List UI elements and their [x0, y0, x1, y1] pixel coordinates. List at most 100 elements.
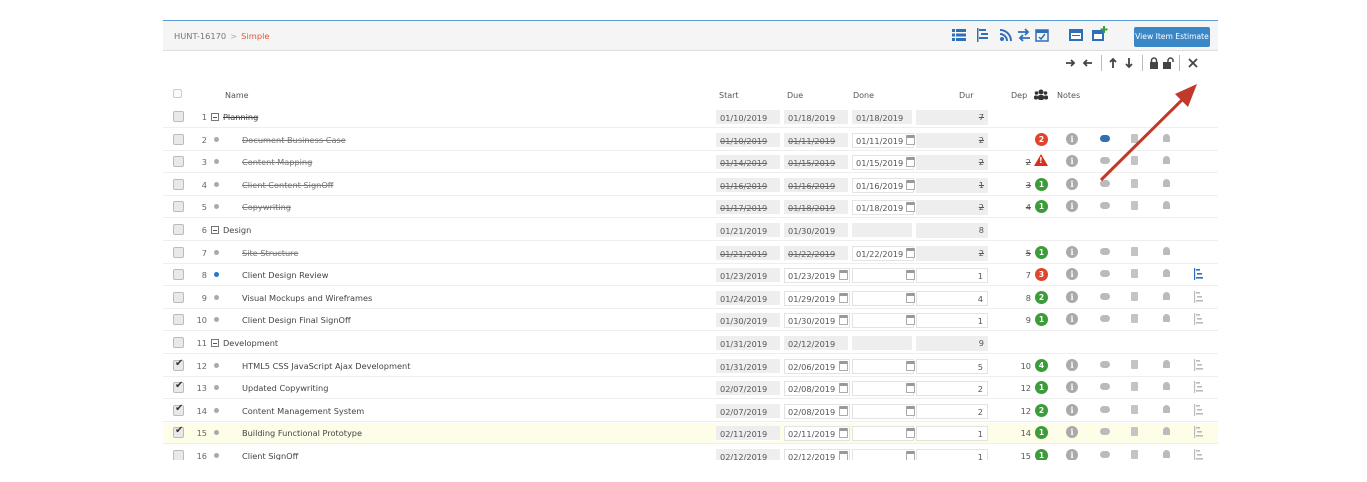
bell-icon[interactable]	[1163, 178, 1170, 187]
table-row[interactable]: 4 Client Content SignOff 01/16/2019 01/16/2…	[163, 175, 1218, 196]
resource-count-badge[interactable]: 3	[1035, 268, 1048, 282]
gantt-bars-icon[interactable]	[1194, 313, 1204, 326]
document-icon[interactable]	[1131, 133, 1138, 143]
info-icon[interactable]: i	[1066, 268, 1078, 281]
dependency[interactable]: 14	[1001, 428, 1031, 438]
document-icon[interactable]	[1131, 291, 1138, 301]
calendar-icon[interactable]	[839, 315, 848, 326]
info-icon[interactable]: i	[1066, 290, 1078, 303]
resource-count-badge[interactable]: 1	[1035, 313, 1048, 327]
collapse-icon[interactable]	[211, 113, 219, 121]
bell-icon[interactable]	[1163, 314, 1170, 323]
comments-icon[interactable]	[1100, 360, 1110, 368]
resource-count-badge[interactable]: 1	[1035, 177, 1048, 191]
document-icon[interactable]	[1131, 201, 1138, 211]
gantt-bars-icon[interactable]	[1194, 426, 1204, 439]
table-row[interactable]: 2 Document Business Case 01/10/2019 01/11/2…	[163, 130, 1218, 151]
done-date-input[interactable]: 01/18/2019	[852, 200, 914, 216]
duration-input[interactable]: 1	[916, 449, 988, 460]
comments-icon[interactable]	[1100, 270, 1110, 278]
bell-icon[interactable]	[1163, 359, 1170, 368]
row-checkbox[interactable]	[173, 111, 184, 122]
document-icon[interactable]	[1131, 382, 1138, 392]
comments-icon[interactable]	[1100, 202, 1110, 210]
dependency[interactable]: 2	[1001, 157, 1031, 167]
info-icon[interactable]: i	[1066, 132, 1078, 145]
info-icon[interactable]: i	[1066, 403, 1078, 416]
table-row[interactable]: 9 Visual Mockups and Wireframes 01/24/2019…	[163, 288, 1218, 309]
info-icon[interactable]: i	[1066, 358, 1078, 371]
task-name[interactable]: Client Design Final SignOff	[242, 315, 351, 325]
calendar-icon[interactable]	[906, 134, 915, 145]
document-icon[interactable]	[1131, 359, 1138, 369]
move-down-icon[interactable]	[1123, 57, 1135, 69]
row-checkbox[interactable]	[173, 314, 184, 326]
task-name[interactable]: Client Content SignOff	[242, 180, 333, 190]
info-icon[interactable]: i	[1066, 426, 1078, 439]
calendar-icon[interactable]	[906, 383, 915, 394]
task-name[interactable]: Site Structure	[242, 248, 298, 258]
column-due-header[interactable]: Due	[787, 91, 803, 100]
resource-count-badge[interactable]: 1	[1035, 426, 1048, 440]
gantt-bars-icon[interactable]	[1194, 268, 1204, 281]
resource-count-badge[interactable]: 1	[1035, 200, 1048, 214]
done-date-input[interactable]: 01/11/2019	[852, 132, 914, 148]
calendar-icon[interactable]	[906, 179, 915, 190]
warning-icon[interactable]	[1034, 154, 1048, 167]
duration-input[interactable]: 1	[916, 268, 988, 284]
resource-count-badge[interactable]: 2	[1035, 290, 1048, 304]
task-name[interactable]: Content Mapping	[242, 157, 312, 167]
calendar-icon[interactable]	[839, 270, 848, 281]
comments-icon[interactable]	[1100, 383, 1110, 391]
list-view-icon[interactable]	[952, 28, 966, 42]
dependency[interactable]: 4	[1001, 202, 1031, 212]
done-date-input[interactable]	[852, 403, 914, 419]
group-name[interactable]: Development	[211, 338, 278, 348]
add-item-icon[interactable]	[1092, 26, 1108, 42]
calendar-icon[interactable]	[839, 292, 848, 303]
calendar-icon[interactable]	[839, 405, 848, 416]
row-checkbox[interactable]	[173, 291, 184, 303]
done-date-input[interactable]	[852, 358, 914, 374]
row-checkbox[interactable]	[173, 380, 184, 394]
bell-icon[interactable]	[1163, 201, 1170, 210]
duration-input[interactable]: 1	[916, 313, 988, 329]
duration-input[interactable]: 1	[916, 426, 988, 442]
document-icon[interactable]	[1131, 246, 1138, 256]
task-name[interactable]: Updated Copywriting	[242, 383, 328, 393]
resource-count-badge[interactable]: 2	[1035, 132, 1048, 146]
info-icon[interactable]: i	[1066, 245, 1078, 258]
gantt-view-icon[interactable]	[976, 28, 990, 42]
task-name[interactable]: HTML5 CSS JavaScript Ajax Development	[242, 361, 410, 371]
info-icon[interactable]: i	[1066, 155, 1078, 168]
table-row[interactable]: 13Updated Copywriting02/07/201902/08/201…	[163, 378, 1218, 400]
gantt-bars-icon[interactable]	[1194, 403, 1204, 416]
calendar-icon[interactable]	[839, 383, 848, 394]
column-done-header[interactable]: Done	[853, 91, 874, 100]
calendar-icon[interactable]	[906, 405, 915, 416]
table-row[interactable]: 5 Copywriting 01/17/2019 01/18/2019 01/18/20…	[163, 197, 1218, 219]
dependency[interactable]: 3	[1001, 180, 1031, 190]
table-row[interactable]: 15 Building Functional Prototype 02/11/201…	[163, 423, 1218, 445]
done-date-input[interactable]	[852, 381, 914, 397]
group-row[interactable]: 1 Planning 01/10/2019 01/18/2019 01/18/2019 7	[163, 107, 1218, 128]
info-icon[interactable]: i	[1066, 381, 1078, 394]
dependency[interactable]: 5	[1001, 248, 1031, 258]
dependency[interactable]: 10	[1001, 361, 1031, 371]
bell-icon[interactable]	[1163, 246, 1170, 255]
calendar-icon[interactable]	[906, 292, 915, 303]
duration-input[interactable]: 2	[916, 403, 988, 419]
row-checkbox[interactable]	[173, 224, 184, 235]
bell-icon[interactable]	[1163, 291, 1170, 300]
task-name[interactable]: Building Functional Prototype	[242, 428, 362, 438]
info-icon[interactable]: i	[1066, 449, 1078, 460]
row-checkbox[interactable]	[173, 358, 184, 371]
duration-input[interactable]: 4	[916, 290, 988, 306]
task-name[interactable]: Client Design Review	[242, 270, 328, 280]
resource-count-badge[interactable]: 1	[1035, 245, 1048, 259]
gantt-bars-icon[interactable]	[1194, 358, 1204, 371]
document-icon[interactable]	[1131, 314, 1138, 324]
table-row[interactable]: 7 Site Structure 01/21/2019 01/22/2019 01/22…	[163, 243, 1218, 264]
table-row[interactable]: 14Content Management System02/07/201902/…	[163, 401, 1218, 422]
bell-icon[interactable]	[1163, 427, 1170, 436]
